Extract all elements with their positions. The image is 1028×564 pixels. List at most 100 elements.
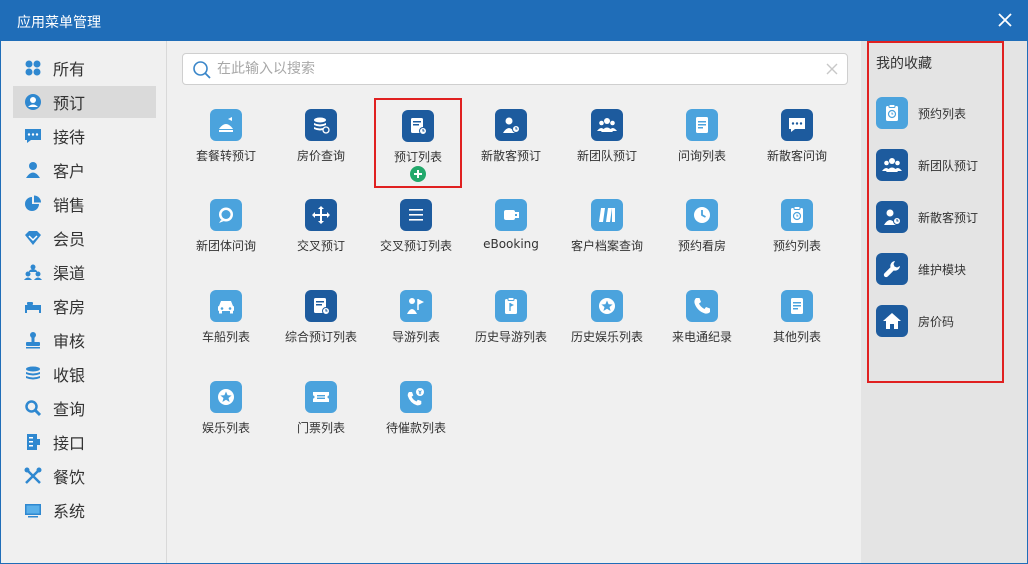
sidebar-item-booking[interactable]: 预订 <box>13 86 156 118</box>
tile-new-individual-inquiry[interactable]: 新散客问询 <box>749 99 845 179</box>
car-icon <box>210 290 242 322</box>
tile-package-to-booking[interactable]: 套餐转预订 <box>178 99 274 179</box>
tile-entertainment-list[interactable]: 娱乐列表 <box>178 371 274 451</box>
sidebar-item-label: 系统 <box>53 502 86 521</box>
search-input[interactable] <box>217 58 817 80</box>
sidebar-item-member[interactable]: 会员 <box>13 222 156 254</box>
sidebar-item-query[interactable]: 查询 <box>13 392 156 424</box>
sidebar-item-label: 客户 <box>53 162 86 181</box>
package-icon <box>210 109 242 141</box>
clear-icon[interactable] <box>825 62 839 76</box>
sidebar-item-label: 渠道 <box>53 264 86 283</box>
tile-rate-query[interactable]: 房价查询 <box>273 99 369 179</box>
tile-appointment-list[interactable]: 预约列表 <box>749 189 845 269</box>
tile-history-guide-list[interactable]: 历史导游列表 <box>463 280 559 360</box>
sidebar-item-all[interactable]: 所有 <box>13 52 156 84</box>
tile-label: 套餐转预订 <box>195 149 256 163</box>
tile-other-list[interactable]: 其他列表 <box>749 280 845 360</box>
favorite-item-new-team-booking[interactable]: 新团队预订 <box>876 148 996 182</box>
sidebar-item-dining[interactable]: 餐饮 <box>13 460 156 492</box>
tile-new-individual-booking[interactable]: 新散客预订 <box>463 99 559 179</box>
tile-room-viewing-appointment[interactable]: 预约看房 <box>654 189 750 269</box>
group-icon <box>24 263 42 281</box>
tile-label: 客户档案查询 <box>570 239 643 253</box>
tile-booking-list[interactable]: 预订列表 <box>374 98 462 188</box>
tile-label: 车船列表 <box>201 330 250 344</box>
tile-customer-profile-query[interactable]: 客户档案查询 <box>559 189 655 269</box>
team-booking-icon <box>876 149 908 181</box>
search-box[interactable] <box>182 53 848 85</box>
tile-label: 预约看房 <box>677 239 726 253</box>
tile-label: 房价查询 <box>296 149 345 163</box>
monitor-icon <box>24 501 42 519</box>
favorite-item-appointment-list[interactable]: 预约列表 <box>876 96 996 130</box>
sidebar-item-reception[interactable]: 接待 <box>13 120 156 152</box>
tile-cross-booking[interactable]: 交叉预订 <box>273 189 369 269</box>
tile-label: 历史娱乐列表 <box>570 330 643 344</box>
tile-cross-booking-list[interactable]: 交叉预订列表 <box>368 189 464 269</box>
tile-label: 其他列表 <box>772 330 821 344</box>
cross-list-icon <box>400 199 432 231</box>
tile-guide-list[interactable]: 导游列表 <box>368 280 464 360</box>
favorites-title: 我的收藏 <box>876 56 932 72</box>
tile-label: 来电通纪录 <box>671 330 732 344</box>
sidebar-item-customer[interactable]: 客户 <box>13 154 156 186</box>
sidebar-item-label: 审核 <box>53 332 86 351</box>
sidebar-item-label: 收银 <box>53 366 86 385</box>
tile-label: 娱乐列表 <box>201 421 250 435</box>
sidebar-item-interface[interactable]: 接口 <box>13 426 156 458</box>
diamond-icon <box>24 229 42 247</box>
sidebar-item-label: 查询 <box>53 400 86 419</box>
tile-ebooking[interactable]: eBooking <box>463 189 559 269</box>
combined-list-icon <box>305 290 337 322</box>
window-title: 应用菜单管理 <box>17 15 101 31</box>
tile-ticket-list[interactable]: 门票列表 <box>273 371 369 451</box>
tile-payment-reminder-list[interactable]: 待催款列表 <box>368 371 464 451</box>
other-list-icon <box>781 290 813 322</box>
ticket-icon <box>305 381 337 413</box>
tile-new-group-inquiry[interactable]: 新团体问询 <box>178 189 274 269</box>
sidebar-item-audit[interactable]: 审核 <box>13 324 156 356</box>
favorite-label: 新团队预订 <box>918 158 979 173</box>
tile-vehicle-list[interactable]: 车船列表 <box>178 280 274 360</box>
coins-icon <box>24 365 42 383</box>
tile-inquiry-list[interactable]: 问询列表 <box>654 99 750 179</box>
magnifier-icon <box>24 399 42 417</box>
sidebar-item-label: 会员 <box>53 230 86 249</box>
fork-knife-icon <box>24 467 42 485</box>
tile-history-entertainment-list[interactable]: 历史娱乐列表 <box>559 280 655 360</box>
user-circle-icon <box>24 93 42 111</box>
sidebar-item-sales[interactable]: 销售 <box>13 188 156 220</box>
booking-list-icon <box>402 110 434 142</box>
stamp-icon <box>24 331 42 349</box>
close-icon[interactable] <box>994 9 1016 31</box>
sidebar-item-room[interactable]: 客房 <box>13 290 156 322</box>
add-favorite-icon[interactable] <box>410 166 426 182</box>
tile-label: 预约列表 <box>772 239 821 253</box>
phone-icon <box>686 290 718 322</box>
tile-call-record[interactable]: 来电通纪录 <box>654 280 750 360</box>
sidebar-item-system[interactable]: 系统 <box>13 494 156 526</box>
inquiry-list-icon <box>686 109 718 141</box>
tile-new-team-booking[interactable]: 新团队预订 <box>559 99 655 179</box>
favorite-label: 房价码 <box>918 314 955 329</box>
favorite-item-maintenance-module[interactable]: 维护模块 <box>876 252 996 286</box>
phone-money-icon <box>400 381 432 413</box>
favorite-item-new-individual-booking[interactable]: 新散客预订 <box>876 200 996 234</box>
menu-grid-area: 套餐转预订 房价查询 预订列表 新散客预订 新团队预订 问询列表 新散客问询 新… <box>168 41 860 563</box>
favorite-label: 新散客预订 <box>918 210 979 225</box>
ebooking-icon <box>495 199 527 231</box>
interface-icon <box>24 433 42 451</box>
cross-arrows-icon <box>305 199 337 231</box>
sidebar-item-cashier[interactable]: 收银 <box>13 358 156 390</box>
history-guide-icon <box>495 290 527 322</box>
sidebar-item-label: 餐饮 <box>53 468 86 487</box>
sidebar-item-channel[interactable]: 渠道 <box>13 256 156 288</box>
tile-label: 新散客问询 <box>766 149 827 163</box>
clock-icon <box>686 199 718 231</box>
individual-booking-icon <box>495 109 527 141</box>
title-bar: 应用菜单管理 <box>0 0 1028 41</box>
favorite-item-rate-code[interactable]: 房价码 <box>876 304 996 338</box>
tile-combined-booking-list[interactable]: 综合预订列表 <box>273 280 369 360</box>
tile-label: 导游列表 <box>391 330 440 344</box>
